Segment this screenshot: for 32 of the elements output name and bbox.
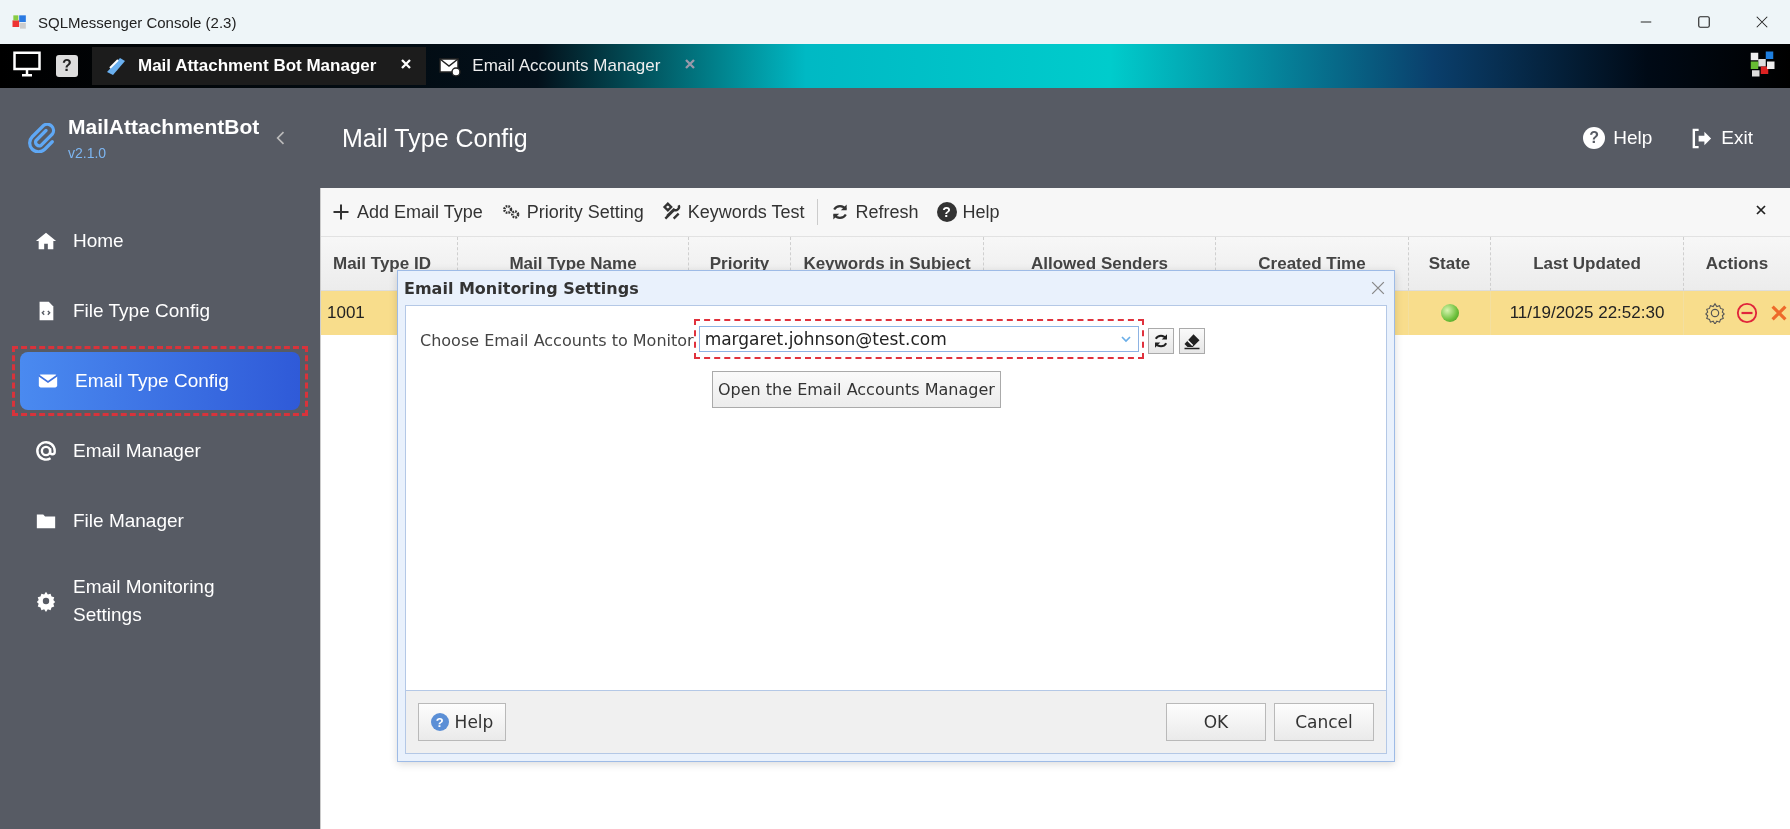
- ok-button[interactable]: OK: [1166, 703, 1266, 741]
- help-icon: ?: [936, 202, 957, 222]
- sidebar-item[interactable]: Home: [12, 212, 308, 270]
- toolbar-button[interactable]: Priority Setting: [500, 201, 644, 223]
- table-cell: 11/19/2025 22:52:30: [1509, 303, 1665, 323]
- toolbar-button[interactable]: Keywords Test: [661, 201, 805, 223]
- help-link[interactable]: ? Help: [1583, 127, 1653, 149]
- account-dropdown[interactable]: margaret.johnson@test.com: [698, 326, 1139, 352]
- app-tab[interactable]: Email Accounts Manager: [426, 47, 711, 85]
- help-icon: ?: [1583, 127, 1606, 149]
- help-key-icon[interactable]: ?: [56, 55, 78, 77]
- sidebar-item[interactable]: Email Type Config: [20, 352, 300, 410]
- sidebar-item[interactable]: Email Monitoring Settings: [12, 572, 308, 630]
- toolbar-button[interactable]: ? Help: [936, 201, 1000, 223]
- page-title: Mail Type Config: [342, 123, 529, 153]
- help-icon: ?: [430, 713, 449, 731]
- app-name: MailAttachmentBot: [68, 115, 260, 139]
- sidebar-item[interactable]: File Manager: [12, 492, 308, 550]
- tooltip: Open the Email Accounts Manager: [712, 371, 1001, 408]
- toolbar-button[interactable]: Add Email Type: [331, 201, 483, 223]
- toolbar-button[interactable]: Refresh: [829, 201, 919, 223]
- column-header[interactable]: Last Updated: [1491, 237, 1684, 291]
- sidebar-item[interactable]: Email Manager: [12, 422, 308, 480]
- app-version: v2.1.0: [68, 145, 108, 161]
- sidebar-item[interactable]: File Type Config: [12, 282, 308, 340]
- column-header[interactable]: State: [1409, 237, 1491, 291]
- app-tab[interactable]: Mail Attachment Bot Manager: [92, 47, 427, 85]
- help-button[interactable]: ? Help: [418, 703, 506, 741]
- window-title: SQLMessenger Console (2.3): [38, 13, 238, 31]
- cancel-button[interactable]: Cancel: [1274, 703, 1374, 741]
- column-header[interactable]: Actions: [1684, 237, 1790, 291]
- exit-link[interactable]: Exit: [1690, 126, 1753, 150]
